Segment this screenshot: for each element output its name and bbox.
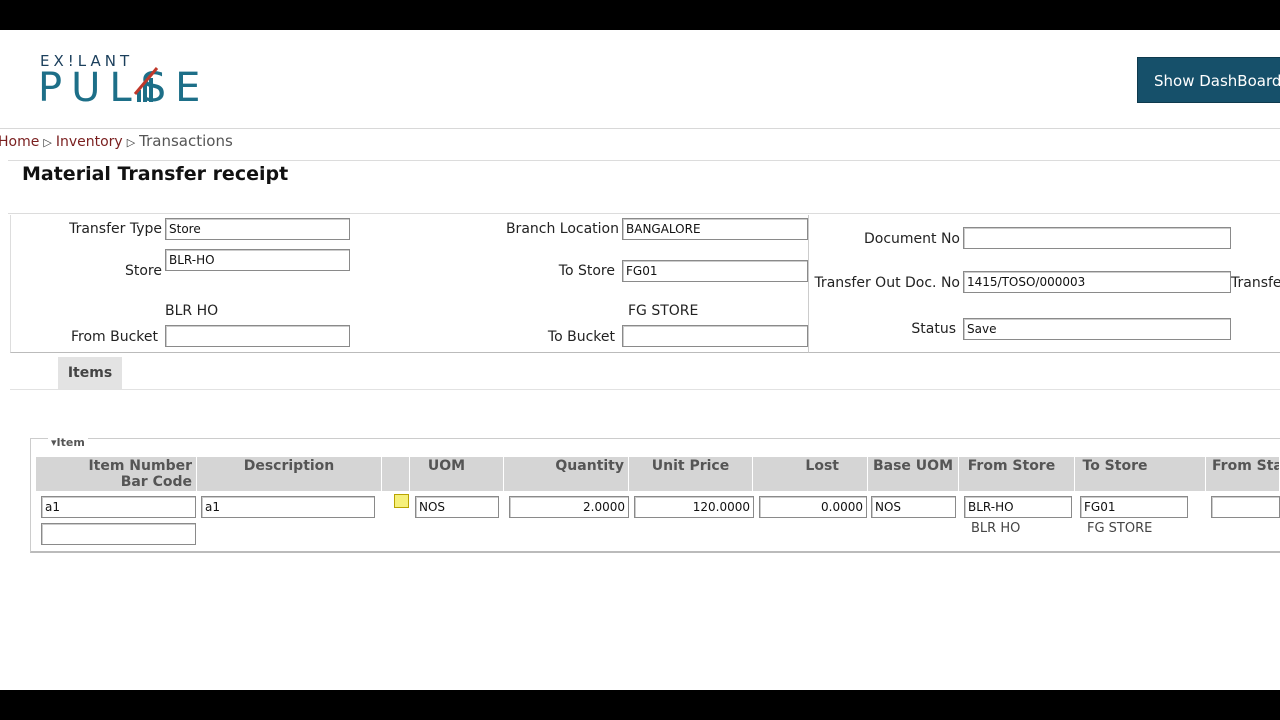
transfer-type-label: Transfer Type (69, 221, 162, 237)
column-header-note (382, 457, 410, 491)
description-input[interactable]: a1 (201, 496, 375, 518)
transfer-out-doc-field[interactable]: 1415/TOSO/000003 (963, 271, 1231, 293)
to-store-field[interactable]: FG01 (622, 260, 808, 282)
logo-chart-icon (133, 67, 159, 102)
column-header-to-store: To Store (1075, 457, 1206, 491)
to-store-input[interactable]: FG01 (1080, 496, 1188, 518)
from-bucket-label: From Bucket (70, 329, 158, 345)
divider (8, 160, 1280, 161)
page-title: Material Transfer receipt (22, 163, 289, 185)
breadcrumb-inventory-link[interactable]: Inventory (56, 134, 123, 150)
document-no-field[interactable] (963, 227, 1231, 249)
bar-code-input[interactable] (41, 523, 196, 545)
column-header-unit-price: Unit Price (629, 457, 753, 491)
logo-main-text: PULSE (38, 65, 210, 111)
store-field[interactable]: BLR-HO (165, 249, 350, 271)
column-header-base-uom: Base UOM (868, 457, 959, 491)
to-store-name: FG STORE (1087, 521, 1153, 536)
transfer-cut-label: Transfe (1231, 275, 1280, 291)
header-divider (0, 128, 1280, 129)
document-no-label: Document No (863, 231, 960, 247)
app-window: EX!LANT PULSE Show DashBoard Home ▷ Invent… (0, 30, 1280, 690)
breadcrumb: Home ▷ Inventory ▷ Transactions (0, 130, 233, 152)
column-header-from-store: From Store (959, 457, 1075, 491)
show-dashboard-button[interactable]: Show DashBoard (1137, 57, 1280, 103)
transfer-type-field[interactable]: Store (165, 218, 350, 240)
status-field[interactable]: Save (963, 318, 1231, 340)
store-label: Store (124, 263, 162, 279)
from-store-name: BLR HO (971, 521, 1021, 536)
to-bucket-field[interactable] (622, 325, 808, 347)
from-bucket-field[interactable] (165, 325, 350, 347)
item-number-input[interactable]: a1 (41, 496, 196, 518)
divider (8, 213, 1280, 214)
item-section-legend[interactable]: ▾Item (48, 436, 88, 449)
column-header-bar-code-label: Bar Code (120, 474, 192, 490)
exilant-pulse-logo: EX!LANT PULSE (38, 52, 248, 111)
column-header-lost: Lost (753, 457, 868, 491)
column-header-item-number-label: Item Number (88, 458, 192, 474)
breadcrumb-current: Transactions (139, 132, 233, 150)
to-store-label: To Store (558, 263, 615, 279)
base-uom-input[interactable]: NOS (871, 496, 956, 518)
note-icon[interactable] (394, 494, 409, 508)
tab-divider (10, 389, 1280, 390)
column-header-item-number: Item Number Bar Code (36, 457, 197, 491)
breadcrumb-separator-icon: ▷ (126, 136, 136, 149)
from-store-input[interactable]: BLR-HO (964, 496, 1072, 518)
column-header-quantity: Quantity (504, 457, 629, 491)
column-header-from-sta: From Sta (1206, 457, 1280, 491)
from-sta-input[interactable] (1211, 496, 1280, 518)
to-store-name: FG STORE (628, 303, 699, 319)
column-header-description: Description (197, 457, 382, 491)
store-name: BLR HO (165, 303, 219, 319)
branch-location-field[interactable]: BANGALORE (622, 218, 808, 240)
status-label: Status (911, 321, 956, 337)
breadcrumb-home-link[interactable]: Home (0, 134, 39, 150)
tab-items[interactable]: Items (58, 357, 122, 389)
breadcrumb-separator-icon: ▷ (43, 136, 52, 149)
unit-price-input[interactable]: 120.0000 (634, 496, 754, 518)
transfer-out-doc-label: Transfer Out Doc. No (814, 275, 960, 291)
quantity-input[interactable]: 2.0000 (509, 496, 629, 518)
lost-input[interactable]: 0.0000 (759, 496, 867, 518)
uom-input[interactable]: NOS (415, 496, 499, 518)
branch-location-label: Branch Location (505, 221, 619, 237)
to-bucket-label: To Bucket (547, 329, 615, 345)
column-header-uom: UOM (410, 457, 504, 491)
